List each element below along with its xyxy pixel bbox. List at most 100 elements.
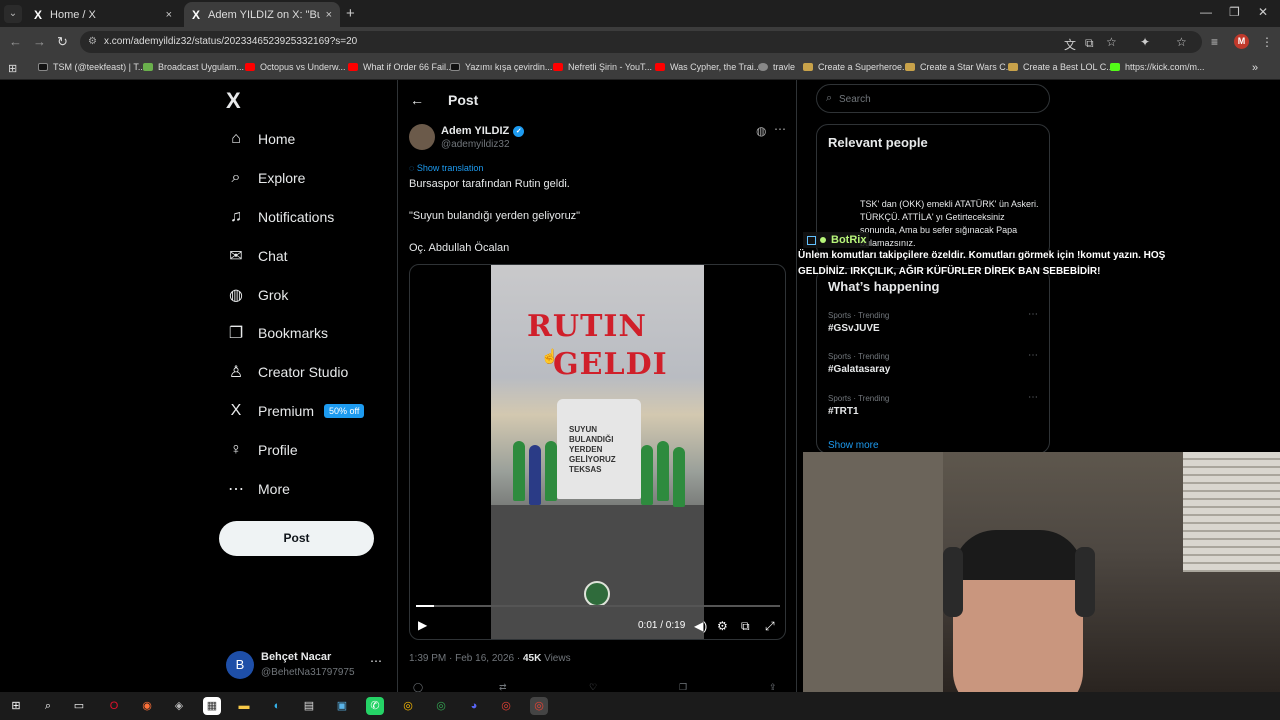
bookmark-item[interactable]: Nefretli Şirin - YouT... bbox=[553, 62, 652, 72]
opera-icon[interactable]: O bbox=[105, 697, 123, 715]
bookmark-item[interactable]: Create a Superheroe... bbox=[803, 62, 910, 72]
tab-home[interactable]: X Home / X × bbox=[26, 2, 180, 27]
discord-icon[interactable]: ◕ bbox=[465, 697, 483, 715]
sidebar-item-profile[interactable]: ♀ Profile bbox=[226, 438, 298, 462]
reading-list-icon[interactable]: ☆ bbox=[1176, 35, 1187, 49]
sidebar-item-bookmarks[interactable]: ❐ Bookmarks bbox=[226, 321, 328, 345]
trend-item[interactable]: Sports · Trending #TRT1 ⋯ bbox=[828, 392, 1038, 424]
picture-in-picture-icon[interactable]: ⧉ bbox=[741, 619, 750, 634]
reload-icon[interactable]: ↻ bbox=[57, 34, 68, 50]
account-name: Behçet Nacar bbox=[261, 651, 332, 663]
bookmark-item[interactable]: What if Order 66 Fail... bbox=[348, 62, 454, 72]
task-view-icon[interactable]: ▭ bbox=[70, 697, 88, 715]
bookmark-item[interactable]: Create a Best LOL C... bbox=[1008, 62, 1114, 72]
botrix-badge: BotRix bbox=[803, 232, 869, 248]
app-icon[interactable]: ▤ bbox=[300, 697, 318, 715]
chrome-icon[interactable]: ◎ bbox=[432, 697, 450, 715]
bookmark-item[interactable]: Octopus vs Underw... bbox=[245, 62, 346, 72]
minimize-icon[interactable]: — bbox=[1200, 5, 1212, 19]
more-icon[interactable]: ⋯ bbox=[774, 122, 786, 136]
more-icon[interactable]: ⋯ bbox=[370, 654, 382, 668]
install-icon[interactable]: ⧉ bbox=[1085, 36, 1094, 51]
close-window-icon[interactable]: ✕ bbox=[1258, 5, 1268, 19]
new-tab-button[interactable]: + bbox=[346, 5, 355, 22]
app-icon[interactable]: ◈ bbox=[170, 697, 188, 715]
sidebar-item-notifications[interactable]: ♫ Notifications bbox=[226, 205, 334, 229]
search-placeholder: Search bbox=[839, 94, 871, 105]
video-frame[interactable]: RUTIN GELDI SUYUN BULANDIĞI YERDEN GELİY… bbox=[491, 265, 704, 639]
grok-explain-icon[interactable]: ◍ bbox=[756, 124, 766, 138]
page-title: Post bbox=[448, 92, 479, 108]
account-switcher[interactable]: B Behçet Nacar @BehetNa31797975 ⋯ bbox=[226, 648, 386, 684]
sidebar-item-more[interactable]: ⋯ More bbox=[226, 477, 290, 501]
address-bar[interactable]: ⚙ x.com/ademyildiz32/status/202334652392… bbox=[80, 31, 1202, 53]
van-banner-text: SUYUN BULANDIĞI YERDEN GELİYORUZ TEKSAS bbox=[569, 425, 616, 474]
video-progress-bar[interactable] bbox=[416, 605, 780, 607]
fullscreen-icon[interactable]: ⤢ bbox=[765, 619, 775, 634]
more-icon[interactable]: ⋯ bbox=[1028, 350, 1038, 361]
edge-icon[interactable]: ◐ bbox=[268, 697, 286, 715]
x-logo-icon[interactable]: X bbox=[226, 88, 241, 114]
video-player[interactable]: RUTIN GELDI SUYUN BULANDIĞI YERDEN GELİY… bbox=[409, 264, 786, 640]
more-icon[interactable]: ⋯ bbox=[1028, 392, 1038, 403]
settings-gear-icon[interactable]: ⚙ bbox=[717, 619, 728, 633]
bookmark-item[interactable]: https://kick.com/m... bbox=[1110, 62, 1205, 72]
sidebar-item-home[interactable]: ⌂ Home bbox=[226, 127, 295, 151]
translate-icon[interactable]: 文 bbox=[1064, 36, 1076, 53]
person-figure bbox=[641, 445, 653, 505]
bookmarks-overflow-icon[interactable]: » bbox=[1252, 62, 1258, 74]
search-input[interactable]: ⌕ Search bbox=[816, 84, 1050, 113]
bookmark-item[interactable]: travle bbox=[758, 62, 795, 72]
tab-close-icon[interactable]: × bbox=[166, 9, 172, 21]
apps-icon[interactable]: ⊞ bbox=[8, 62, 17, 75]
show-more-link[interactable]: Show more bbox=[828, 440, 879, 451]
whatsapp-icon[interactable]: ✆ bbox=[366, 697, 384, 715]
back-icon[interactable]: ← bbox=[9, 34, 22, 49]
chrome-icon[interactable]: ◎ bbox=[530, 697, 548, 715]
sidebar-item-grok[interactable]: ◍ Grok bbox=[226, 283, 288, 307]
back-arrow-icon[interactable]: ← bbox=[410, 92, 424, 108]
file-explorer-icon[interactable]: ▬ bbox=[235, 697, 253, 715]
windows-start-icon[interactable]: ⊞ bbox=[7, 697, 25, 715]
author-handle[interactable]: @ademyildiz32 bbox=[441, 139, 510, 150]
profile-avatar[interactable]: M bbox=[1234, 34, 1249, 49]
trend-category: Sports · Trending bbox=[828, 352, 890, 361]
bookmark-item[interactable]: TSM (@teekfeast) | T... bbox=[38, 62, 145, 72]
bookmark-item[interactable]: Yazımı kışa çevirdin... bbox=[450, 62, 552, 72]
store-icon[interactable]: ▦ bbox=[203, 697, 221, 715]
sidebar-item-explore[interactable]: ⌕ Explore bbox=[226, 166, 306, 190]
restore-icon[interactable]: ❐ bbox=[1229, 5, 1240, 19]
bookmark-item[interactable]: Broadcast Uygulam... bbox=[143, 62, 244, 72]
tab-close-icon[interactable]: × bbox=[326, 9, 332, 21]
bookmark-favicon-icon bbox=[1008, 63, 1018, 71]
bookmark-item[interactable]: Was Cypher, the Trai... bbox=[655, 62, 761, 72]
sidebar-item-creator-studio[interactable]: ♙ Creator Studio bbox=[226, 360, 348, 384]
chrome-icon[interactable]: ◎ bbox=[497, 697, 515, 715]
sidebar-item-chat[interactable]: ✉ Chat bbox=[226, 244, 287, 268]
browser-menu-icon[interactable]: ⋮ bbox=[1261, 35, 1273, 49]
url-text[interactable]: x.com/ademyildiz32/status/20233465239253… bbox=[104, 36, 357, 47]
tab-post[interactable]: X Adem YILDIZ on X: "Bursaspor t × bbox=[184, 2, 340, 27]
post-button[interactable]: Post bbox=[219, 521, 374, 556]
media-icon[interactable]: ≡ bbox=[1211, 35, 1218, 49]
app-icon[interactable]: ▣ bbox=[333, 697, 351, 715]
show-translation-link[interactable]: ◌ Show translation bbox=[409, 163, 483, 173]
forward-icon[interactable]: → bbox=[33, 34, 46, 49]
extensions-icon[interactable]: ✦ bbox=[1140, 35, 1150, 49]
play-icon[interactable]: ▶ bbox=[418, 618, 427, 632]
volume-icon[interactable]: ◀) bbox=[694, 619, 707, 633]
tab-search-button[interactable]: ⌄ bbox=[4, 5, 22, 23]
bookmark-star-icon[interactable]: ☆ bbox=[1106, 35, 1117, 49]
search-icon[interactable]: ⌕ bbox=[39, 697, 57, 715]
sidebar-item-premium[interactable]: X Premium 50% off bbox=[226, 399, 365, 423]
trend-item[interactable]: Sports · Trending #GSvJUVE ⋯ bbox=[828, 309, 1038, 341]
trend-item[interactable]: Sports · Trending #Galatasaray ⋯ bbox=[828, 350, 1038, 382]
bookmark-item[interactable]: Create a Star Wars C... bbox=[905, 62, 1013, 72]
home-icon: ⌂ bbox=[231, 130, 241, 147]
more-icon[interactable]: ⋯ bbox=[1028, 309, 1038, 320]
author-avatar[interactable] bbox=[409, 124, 435, 150]
firefox-icon[interactable]: ◉ bbox=[138, 697, 156, 715]
author-name[interactable]: Adem YILDIZ ✓ bbox=[441, 125, 525, 137]
chrome-icon[interactable]: ◎ bbox=[399, 697, 417, 715]
site-info-icon[interactable]: ⚙ bbox=[88, 36, 97, 47]
